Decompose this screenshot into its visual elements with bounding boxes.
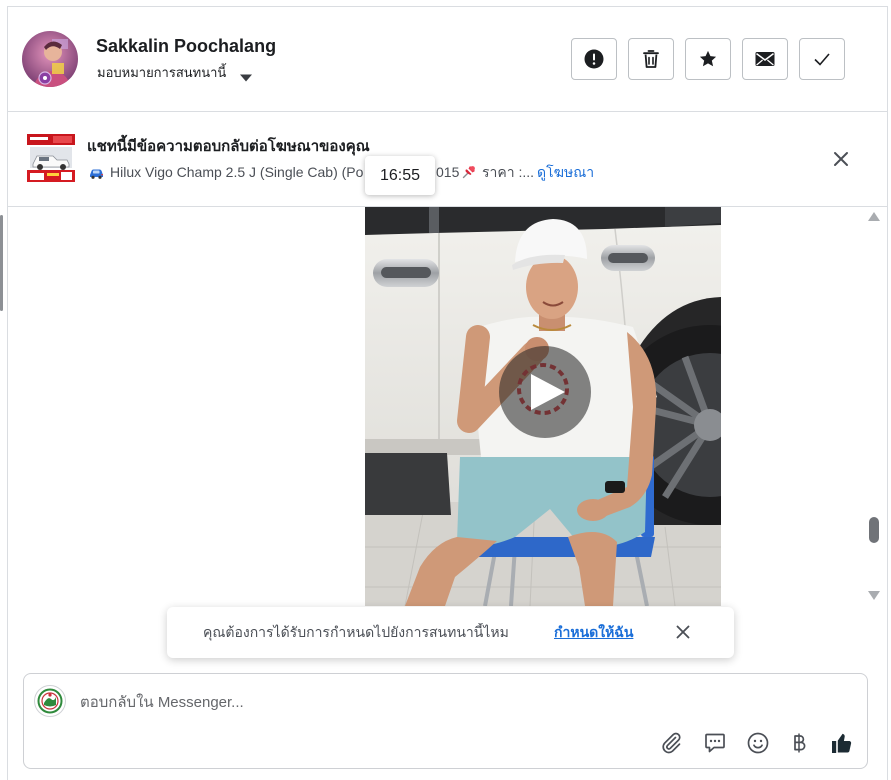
envelope-icon xyxy=(755,52,775,66)
ad-reply-title: แชทนี้มีข้อความตอบกลับต่อโฆษณาของคุณ xyxy=(87,138,370,155)
left-panel-scrollbar-thumb[interactable] xyxy=(0,215,3,311)
ad-vehicle-text: Hilux Vigo Champ 2.5 J (Single Cab) (Po xyxy=(110,164,364,180)
contact-avatar[interactable] xyxy=(22,31,78,87)
assign-to-me-link[interactable]: กำหนดให้ฉัน xyxy=(554,623,633,641)
ad-price-text: ราคา :... xyxy=(482,164,535,180)
pushpin-icon xyxy=(462,164,477,179)
check-icon xyxy=(814,53,830,66)
attach-button[interactable] xyxy=(659,731,683,755)
emoji-button[interactable] xyxy=(746,731,770,755)
timestamp-tooltip: 16:55 xyxy=(365,156,435,195)
payment-request-button[interactable] xyxy=(787,731,811,755)
assign-prompt-text: คุณต้องการได้รับการกำหนดไปยังการสนทนานี้… xyxy=(203,624,509,640)
mark-unread-button[interactable] xyxy=(742,38,788,80)
ad-thumbnail[interactable] xyxy=(27,134,75,182)
header-divider xyxy=(8,111,887,112)
send-like-button[interactable] xyxy=(830,731,854,755)
thumbs-up-icon xyxy=(832,733,852,753)
close-icon xyxy=(676,625,690,639)
conversation-window: Sakkalin Poochalang มอบหมายการสนทนานี้ แ… xyxy=(0,0,891,780)
page-avatar xyxy=(34,685,66,717)
assign-prompt-toast: คุณต้องการได้รับการกำหนดไปยังการสนทนานี้… xyxy=(167,607,734,658)
star-icon xyxy=(699,50,717,67)
chat-bubble-icon xyxy=(705,733,725,753)
assign-conversation-dropdown[interactable]: มอบหมายการสนทนานี้ xyxy=(97,65,226,81)
ad-vehicle-text-tail: 015 xyxy=(436,164,460,180)
reply-input[interactable] xyxy=(80,690,840,714)
star-button[interactable] xyxy=(685,38,731,80)
close-icon xyxy=(834,152,848,166)
scroll-down-arrow[interactable] xyxy=(868,591,880,600)
close-ad-banner-button[interactable] xyxy=(833,151,849,167)
reply-composer xyxy=(23,673,868,769)
mark-spam-button[interactable] xyxy=(571,38,617,80)
delete-button[interactable] xyxy=(628,38,674,80)
paperclip-icon xyxy=(662,732,681,754)
chat-scrollbar-thumb[interactable] xyxy=(869,517,879,543)
mark-done-button[interactable] xyxy=(799,38,845,80)
car-emoji-icon xyxy=(89,166,104,179)
contact-name[interactable]: Sakkalin Poochalang xyxy=(96,35,276,57)
baht-icon xyxy=(794,733,806,753)
saved-replies-button[interactable] xyxy=(703,731,727,755)
dismiss-toast-button[interactable] xyxy=(676,625,690,639)
view-ad-link[interactable]: ดูโฆษณา xyxy=(537,164,594,181)
exclamation-circle-icon xyxy=(584,49,604,69)
scroll-up-arrow[interactable] xyxy=(868,212,880,221)
video-thumbnail xyxy=(365,207,721,606)
chevron-down-icon[interactable] xyxy=(240,69,252,82)
emoji-icon xyxy=(747,732,769,754)
trash-icon xyxy=(643,50,659,68)
video-message[interactable] xyxy=(365,207,721,606)
